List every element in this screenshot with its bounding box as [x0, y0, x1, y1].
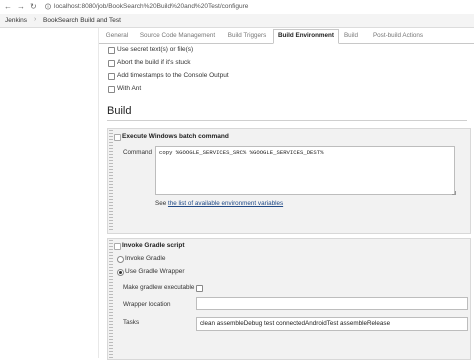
chevron-right-icon: ›: [34, 16, 37, 23]
tab-general[interactable]: General: [102, 30, 132, 42]
breadcrumb-jenkins[interactable]: Jenkins: [5, 17, 27, 24]
info-icon[interactable]: [45, 3, 51, 10]
checkbox-abort-stuck[interactable]: [108, 60, 115, 67]
checkbox-use-secret[interactable]: [108, 47, 115, 54]
command-textarea[interactable]: copy %GOOGLE_SERVICES_SRC% %GOOGLE_SERVI…: [155, 146, 455, 195]
tab-source-code-management[interactable]: Source Code Management: [135, 30, 220, 42]
wrapper-location-input[interactable]: [196, 297, 468, 310]
option-label: Abort the build if it's stuck: [117, 59, 191, 66]
arrow-left-icon[interactable]: ←: [4, 2, 12, 12]
section-title-build: Build: [107, 105, 132, 117]
sidebar: [0, 28, 99, 358]
checkbox-with-ant[interactable]: [108, 86, 115, 93]
checkbox-make-gradlew-executable[interactable]: [196, 285, 203, 292]
tab-build-triggers[interactable]: Build Triggers: [224, 30, 270, 42]
radio-label: Invoke Gradle: [125, 255, 166, 262]
wrapper-location-label: Wrapper location: [123, 301, 171, 308]
hint-prefix: See: [155, 200, 168, 207]
radio-label: Use Gradle Wrapper: [125, 268, 185, 275]
tab-build[interactable]: Build: [341, 30, 361, 42]
option-label: Use secret text(s) or file(s): [117, 46, 194, 53]
tab-build-environment[interactable]: Build Environment: [273, 29, 339, 44]
drag-handle[interactable]: [109, 240, 113, 358]
option-label: Add timestamps to the Console Output: [117, 72, 229, 79]
tasks-label: Tasks: [123, 319, 140, 326]
step-title: Execute Windows batch command: [122, 133, 229, 140]
divider: [107, 120, 467, 121]
executable-label: Make gradlew executable: [123, 284, 195, 291]
env-vars-hint: See the list of available environment va…: [155, 200, 283, 207]
address-bar[interactable]: localhost:8080/job/BookSearch%20Build%20…: [54, 2, 248, 12]
step-toggle-icon[interactable]: [114, 243, 121, 250]
radio-use-gradle-wrapper[interactable]: [117, 269, 124, 276]
command-label: Command: [123, 149, 153, 156]
drag-handle[interactable]: [109, 130, 113, 230]
step-title: Invoke Gradle script: [122, 242, 185, 249]
checkbox-add-timestamps[interactable]: [108, 73, 115, 80]
arrow-right-icon[interactable]: →: [17, 2, 25, 12]
reload-icon[interactable]: ↻: [30, 2, 37, 12]
option-label: With Ant: [117, 85, 142, 92]
tasks-input[interactable]: clean assembleDebug test connectedAndroi…: [196, 317, 468, 331]
breadcrumb-job[interactable]: BookSearch Build and Test: [43, 17, 121, 24]
tab-post-build-actions[interactable]: Post-build Actions: [368, 30, 428, 42]
env-vars-link[interactable]: the list of available environment variab…: [168, 200, 283, 207]
resize-handle-icon[interactable]: [452, 191, 456, 195]
step-toggle-icon[interactable]: [114, 134, 121, 141]
radio-invoke-gradle[interactable]: [117, 256, 124, 263]
